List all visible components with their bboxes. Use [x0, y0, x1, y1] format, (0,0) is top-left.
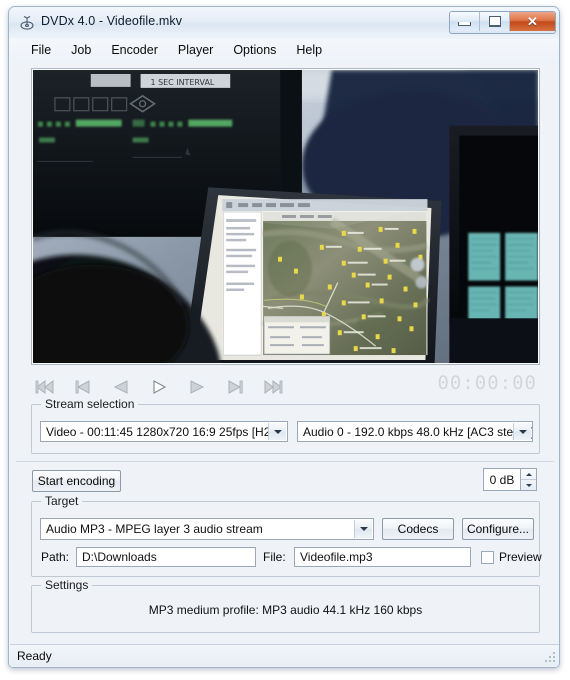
start-encoding-button[interactable]: Start encoding [32, 470, 121, 492]
file-input[interactable]: Videofile.mp3 [294, 547, 471, 567]
window-title: DVDx 4.0 - Videofile.mkv [41, 14, 183, 28]
file-label: File: [263, 550, 286, 564]
menu-item-job[interactable]: Job [62, 41, 100, 59]
codecs-button[interactable]: Codecs [382, 518, 454, 540]
preview-label: Preview [499, 550, 542, 564]
fast-forward-button[interactable] [186, 377, 208, 397]
previous-button[interactable] [72, 377, 94, 397]
section-divider [16, 461, 554, 462]
maximize-button[interactable] [480, 12, 510, 31]
target-format-dropdown[interactable]: Audio MP3 - MPEG layer 3 audio stream [40, 518, 374, 540]
settings-group: Settings MP3 medium profile: MP3 audio 4… [31, 578, 540, 633]
gain-increase-button[interactable] [521, 469, 536, 480]
chevron-down-icon[interactable] [513, 423, 531, 440]
configure-button[interactable]: Configure... [462, 518, 534, 540]
play-button[interactable] [148, 377, 170, 397]
caret-down-icon [525, 483, 532, 487]
gain-stepper-arrows [520, 468, 537, 491]
chevron-down-icon[interactable] [268, 423, 286, 440]
menu-item-options[interactable]: Options [224, 41, 285, 59]
window-controls: ✕ [449, 11, 556, 34]
menu-item-player[interactable]: Player [169, 41, 222, 59]
client-area: 1 SEC INTERVAL 00:00:00 Stream selection… [10, 61, 559, 667]
status-text: Ready [17, 648, 52, 663]
skip-to-end-button[interactable] [262, 377, 284, 397]
chevron-down-icon[interactable] [354, 520, 372, 538]
stream-selection-legend: Stream selection [41, 397, 139, 411]
gain-value[interactable]: 0 dB [483, 468, 520, 491]
resize-grip-icon[interactable] [543, 650, 557, 664]
path-value: D:\Downloads [82, 550, 157, 564]
gain-decrease-button[interactable] [521, 480, 536, 490]
title-bar[interactable]: DVDx 4.0 - Videofile.mkv ✕ [9, 7, 559, 39]
minimize-button[interactable] [450, 12, 480, 31]
caret-up-icon [525, 472, 532, 476]
maximize-icon [488, 16, 501, 27]
menu-bar: File Job Encoder Player Options Help [10, 39, 559, 61]
audio-stream-dropdown[interactable]: Audio 0 - 192.0 kbps 48.0 kHz [AC3 stere… [297, 421, 533, 442]
time-display: 00:00:00 [437, 372, 537, 394]
svg-text:1 SEC INTERVAL: 1 SEC INTERVAL [151, 78, 215, 87]
rewind-button[interactable] [110, 377, 132, 397]
status-bar: Ready [10, 644, 559, 666]
menu-item-encoder[interactable]: Encoder [102, 41, 167, 59]
video-preview-image: 1 SEC INTERVAL [33, 70, 538, 363]
audio-stream-value: Audio 0 - 192.0 kbps 48.0 kHz [AC3 stere… [303, 424, 533, 439]
path-label: Path: [41, 550, 70, 564]
target-format-value: Audio MP3 - MPEG layer 3 audio stream [46, 522, 263, 536]
menu-item-file[interactable]: File [22, 41, 60, 59]
target-legend: Target [41, 494, 83, 508]
settings-legend: Settings [41, 578, 93, 592]
close-icon: ✕ [527, 14, 538, 29]
next-button[interactable] [224, 377, 246, 397]
target-group: Target Audio MP3 - MPEG layer 3 audio st… [31, 494, 542, 577]
gain-stepper[interactable]: 0 dB [483, 468, 537, 491]
screenshot-root: DVDx 4.0 - Videofile.mkv ✕ File Job Enco… [0, 0, 570, 680]
application-window: DVDx 4.0 - Videofile.mkv ✕ File Job Enco… [8, 6, 560, 668]
preview-checkbox-row[interactable]: Preview [481, 547, 542, 567]
video-stream-value: Video - 00:11:45 1280x720 16:9 25fps [H2… [46, 424, 284, 439]
file-value: Videofile.mp3 [300, 550, 373, 564]
close-button[interactable]: ✕ [510, 12, 555, 31]
video-preview-panel[interactable]: 1 SEC INTERVAL [31, 68, 540, 365]
dvdx-app-icon [19, 15, 35, 31]
menu-item-help[interactable]: Help [287, 41, 331, 59]
path-input[interactable]: D:\Downloads [76, 547, 256, 567]
settings-summary: MP3 medium profile: MP3 audio 44.1 kHz 1… [148, 603, 423, 617]
video-stream-dropdown[interactable]: Video - 00:11:45 1280x720 16:9 25fps [H2… [40, 421, 288, 442]
skip-to-start-button[interactable] [34, 377, 56, 397]
stream-selection-group: Stream selection Video - 00:11:45 1280x7… [31, 397, 540, 454]
preview-checkbox[interactable] [481, 550, 494, 564]
minimize-icon [458, 22, 471, 26]
